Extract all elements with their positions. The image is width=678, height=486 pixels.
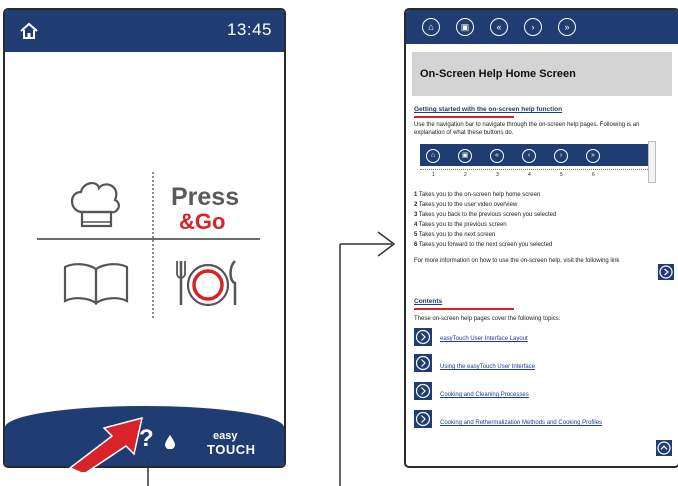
back-icon[interactable]: « <box>490 18 508 36</box>
help-title: On-Screen Help Home Screen <box>420 68 576 80</box>
list-item: 4 Takes you to the previous screen <box>414 222 507 228</box>
connector-arrow <box>147 231 396 486</box>
help-screen: ⌂ ▣ « › » On-Screen Help Home Screen Get… <box>404 8 678 468</box>
home-icon[interactable] <box>19 21 39 41</box>
list-item: 1 Takes you to the on-screen help home s… <box>414 192 541 198</box>
nav-video-icon: ▣ <box>458 149 472 163</box>
list-item: 3 Takes you back to the previous screen … <box>414 212 557 218</box>
section-contents: Contents <box>414 298 443 305</box>
nav-next-icon: › <box>554 149 568 163</box>
topic-arrow-icon[interactable] <box>414 328 432 346</box>
link-arrow-icon[interactable] <box>658 264 674 280</box>
chef-hat-icon[interactable] <box>67 178 125 230</box>
nav-number: 1 <box>432 172 435 178</box>
list-item: 5 Takes you to the next screen <box>414 232 496 238</box>
topic-arrow-icon[interactable] <box>414 382 432 400</box>
topic-arrow-icon[interactable] <box>414 354 432 372</box>
pointer-arrow-icon <box>68 416 143 472</box>
topic-link[interactable]: Using the easyTouch User Interface <box>440 364 535 370</box>
topic-arrow-icon[interactable] <box>414 410 432 428</box>
scroll-up-icon[interactable] <box>656 440 672 456</box>
nav-number: 2 <box>464 172 467 178</box>
nav-forward-icon: » <box>586 149 600 163</box>
nav-number: 6 <box>592 172 595 178</box>
video-icon[interactable]: ▣ <box>456 18 474 36</box>
scrollbar[interactable] <box>648 141 656 183</box>
forward-icon[interactable]: » <box>558 18 576 36</box>
section-underline <box>414 116 514 118</box>
help-nav-bar <box>406 10 678 44</box>
topic-link[interactable]: easyTouch User Interface Layout <box>440 336 528 342</box>
list-item: 6 Takes you forward to the next screen y… <box>414 242 553 248</box>
help-home-icon[interactable]: ⌂ <box>422 18 440 36</box>
nav-number: 5 <box>560 172 563 178</box>
nav-number: 4 <box>528 172 531 178</box>
more-info-text: For more information on how to use the o… <box>414 258 620 264</box>
clock-time: 13:45 <box>226 20 272 39</box>
nav-number: 3 <box>496 172 499 178</box>
topics-intro: These on-screen help pages cover the fol… <box>414 316 561 322</box>
book-icon[interactable] <box>61 261 131 305</box>
nav-back-icon: « <box>490 149 504 163</box>
press-label[interactable]: Press <box>171 183 239 212</box>
next-icon[interactable]: › <box>524 18 542 36</box>
topic-link[interactable]: Cooking and Cleaning Processes <box>440 392 529 398</box>
section-getting-started: Getting started with the on-screen help … <box>414 106 563 113</box>
list-item: 2 Takes you to the user video overview <box>414 202 518 208</box>
nav-number-line <box>420 169 648 180</box>
nav-home-icon: ⌂ <box>426 149 440 163</box>
section-underline <box>414 308 514 310</box>
topic-link[interactable]: Cooking and Rethermalization Methods and… <box>440 420 602 426</box>
nav-prev-icon: ‹ <box>522 149 536 163</box>
intro-text: Use the navigation bar to navigate throu… <box>414 122 640 136</box>
